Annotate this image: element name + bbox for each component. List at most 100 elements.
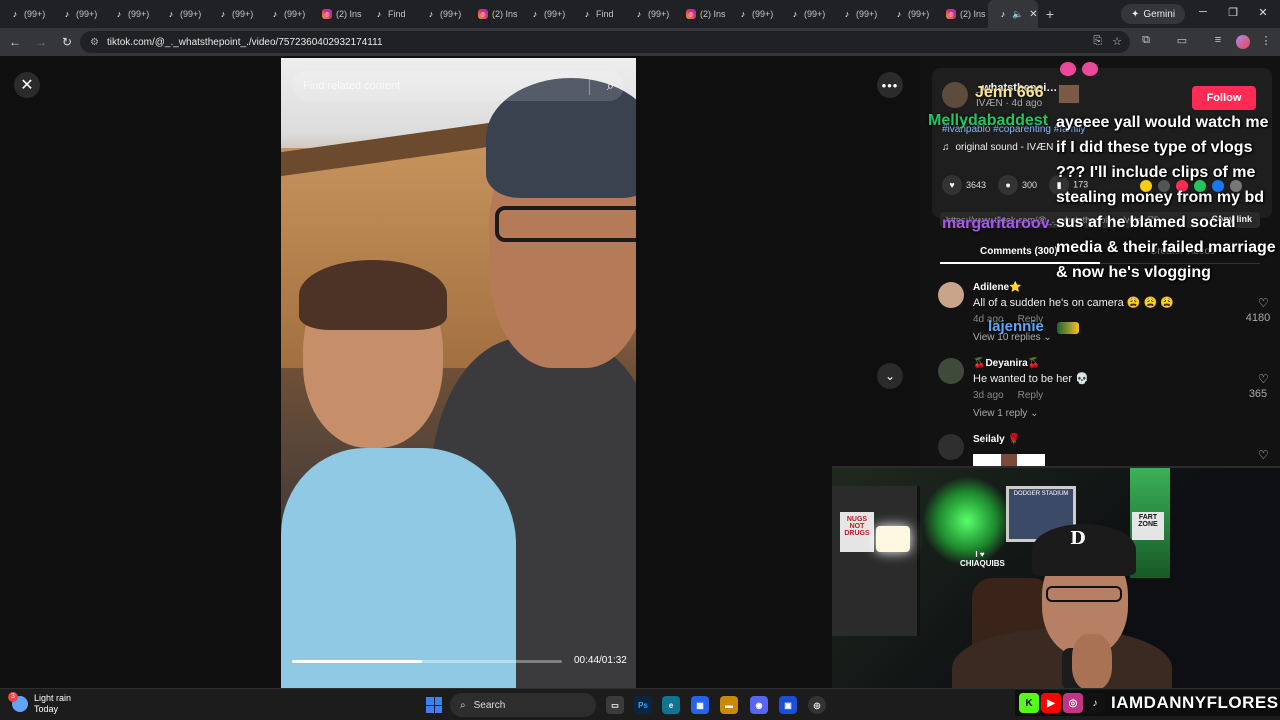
browser-tab[interactable]: ♪ (99+) bbox=[156, 0, 208, 28]
comment-icon: ● bbox=[998, 175, 1019, 195]
browser-tab[interactable]: ♪ (99+) bbox=[416, 0, 468, 28]
tab-label: Find bbox=[388, 9, 406, 19]
windows-start-icon[interactable] bbox=[426, 697, 442, 713]
close-video-button[interactable]: ✕ bbox=[14, 72, 40, 98]
tab-label: (2) Ins bbox=[960, 9, 986, 19]
minimize-button[interactable]: ─ bbox=[1195, 6, 1211, 18]
forward-button[interactable]: → bbox=[30, 35, 52, 49]
tab-label: (99+) bbox=[856, 9, 878, 19]
install-app-icon[interactable]: ⎘ bbox=[1093, 35, 1102, 48]
instagram-icon: ◎ bbox=[1063, 693, 1083, 713]
comment-avatar[interactable] bbox=[938, 282, 964, 308]
search-icon[interactable]: ⌕ bbox=[607, 78, 614, 94]
media-controls-icon[interactable]: ≡ bbox=[1210, 34, 1226, 46]
instagram-icon: ◎ bbox=[322, 9, 332, 19]
webcam-lamp bbox=[876, 526, 910, 552]
emote-icon bbox=[1082, 62, 1098, 76]
browser-menu-icon[interactable]: ⋮ bbox=[1258, 34, 1274, 47]
browser-tab[interactable]: ♪ (99+) bbox=[104, 0, 156, 28]
more-options-button[interactable]: ••• bbox=[877, 72, 903, 98]
heart-icon[interactable]: ♡ bbox=[1258, 448, 1269, 462]
browser-tab[interactable]: ◎ (2) Ins bbox=[312, 0, 364, 28]
profile-avatar[interactable] bbox=[1236, 35, 1250, 49]
tab-label: (99+) bbox=[908, 9, 930, 19]
like-stat[interactable]: ♥ 3643 bbox=[942, 175, 986, 195]
discord-icon[interactable]: ◉ bbox=[750, 696, 768, 714]
heart-icon[interactable]: ♡ bbox=[1258, 296, 1269, 310]
file-explorer-icon[interactable]: ▬ bbox=[720, 696, 738, 714]
edge-icon[interactable]: e bbox=[662, 696, 680, 714]
taskbar-search[interactable]: ⌕ Search bbox=[450, 693, 596, 717]
next-video-button[interactable]: ⌄ bbox=[877, 363, 903, 389]
active-browser-tab[interactable]: ♪ 🔈 ✕ bbox=[988, 0, 1038, 28]
comment-stat[interactable]: ● 300 bbox=[998, 175, 1037, 195]
task-view-icon[interactable]: ▭ bbox=[606, 696, 624, 714]
tiktok-icon: ♪ bbox=[896, 9, 902, 19]
bookmark-star-icon[interactable]: ☆ bbox=[1112, 35, 1122, 48]
browser-tab[interactable]: ♪ (99+) bbox=[52, 0, 104, 28]
store-icon[interactable]: ▦ bbox=[691, 696, 709, 714]
screen: ♪ (99+) ♪ (99+) ♪ (99+) ♪ (99+) ♪ (99+) ♪ (99+) ◎ (2)… bbox=[0, 0, 1280, 720]
video-progress-bar[interactable] bbox=[292, 660, 562, 663]
tab-label: (2) Ins bbox=[336, 9, 362, 19]
tiktok-icon: ♪ bbox=[376, 9, 382, 19]
photoshop-icon[interactable]: Ps bbox=[634, 696, 652, 714]
tiktok-icon: ♪ bbox=[532, 9, 538, 19]
sound-link[interactable]: ♫ original sound - IVÆN bbox=[942, 142, 1053, 153]
browser-tab[interactable]: ♪ Find bbox=[364, 0, 416, 28]
browser-tab[interactable]: ♪ (99+) bbox=[0, 0, 52, 28]
heart-icon[interactable]: ♡ bbox=[1258, 372, 1269, 386]
extensions-icon[interactable]: ⧉ bbox=[1138, 34, 1154, 47]
tiktok-icon: ♪ bbox=[1085, 693, 1105, 713]
new-tab-button[interactable]: + bbox=[1038, 6, 1062, 22]
tiktok-icon: ♪ bbox=[636, 9, 642, 19]
reply-button[interactable]: Reply bbox=[1018, 390, 1044, 401]
follow-button[interactable]: Follow bbox=[1192, 86, 1256, 110]
tiktok-icon: ♪ bbox=[64, 9, 70, 19]
browser-tab[interactable]: ♪ (99+) bbox=[832, 0, 884, 28]
bus-emote-icon bbox=[1057, 322, 1079, 334]
browser-tab[interactable]: ♪ (99+) bbox=[260, 0, 312, 28]
tiktok-icon: ♪ bbox=[116, 9, 122, 19]
close-window-button[interactable]: ✕ bbox=[1255, 6, 1271, 19]
browser-tab[interactable]: ♪ (99+) bbox=[520, 0, 572, 28]
browser-tab[interactable]: ♪ (99+) bbox=[208, 0, 260, 28]
chrome-icon[interactable]: ◎ bbox=[808, 696, 826, 714]
site-info-icon[interactable]: ⚙ bbox=[90, 37, 99, 48]
video-player[interactable]: Find related content ⌕ 00:44/01:32 bbox=[281, 58, 636, 688]
gemini-button[interactable]: ✦ Gemini bbox=[1121, 4, 1186, 24]
find-related-search[interactable]: Find related content ⌕ bbox=[292, 71, 624, 101]
chat-username: Mellydabaddest bbox=[928, 112, 1049, 129]
comment-username[interactable]: 🍒Deyanira🍒 bbox=[973, 358, 1040, 369]
tiktok-icon: ♪ bbox=[584, 9, 590, 19]
browser-tab[interactable]: ◎ (2) Ins bbox=[936, 0, 988, 28]
reload-button[interactable]: ↻ bbox=[56, 35, 78, 49]
tab-strip: ♪ (99+) ♪ (99+) ♪ (99+) ♪ (99+) ♪ (99+) ♪ (99+) ◎ (2)… bbox=[0, 0, 1280, 28]
browser-tab[interactable]: ♪ (99+) bbox=[780, 0, 832, 28]
comment-avatar[interactable] bbox=[938, 434, 964, 460]
restore-button[interactable]: ❐ bbox=[1225, 6, 1241, 19]
back-button[interactable]: ← bbox=[4, 35, 26, 49]
comment-text: All of a sudden he's on camera 😩 😩 😩 bbox=[973, 297, 1174, 309]
tab-comments[interactable]: Comments (300) bbox=[980, 246, 1058, 257]
close-tab-icon[interactable]: ✕ bbox=[1029, 9, 1037, 20]
split-view-icon[interactable]: ▭ bbox=[1174, 34, 1190, 47]
view-replies-button[interactable]: View 1 reply ⌄ bbox=[973, 408, 1038, 419]
browser-tab[interactable]: ◎ (2) Ins bbox=[468, 0, 520, 28]
browser-tab[interactable]: ♪ (99+) bbox=[884, 0, 936, 28]
browser-tab[interactable]: ♪ Find bbox=[572, 0, 624, 28]
like-count: 3643 bbox=[966, 180, 987, 190]
comment-username[interactable]: Adilene⭐ bbox=[973, 282, 1022, 293]
browser-tab[interactable]: ♪ (99+) bbox=[728, 0, 780, 28]
comment-like-count: 365 bbox=[1248, 388, 1268, 400]
url-text: tiktok.com/@_._whatsthepoint_./video/757… bbox=[106, 36, 383, 48]
tab-label: (2) Ins bbox=[700, 9, 726, 19]
app-window-icon[interactable]: ▣ bbox=[779, 696, 797, 714]
comment-avatar[interactable] bbox=[938, 358, 964, 384]
browser-tab[interactable]: ♪ (99+) bbox=[624, 0, 676, 28]
browser-tab[interactable]: ◎ (2) Ins bbox=[676, 0, 728, 28]
address-bar[interactable]: ⚙ tiktok.com/@_._whatsthepoint_./video/7… bbox=[80, 31, 1130, 53]
author-avatar[interactable] bbox=[942, 82, 968, 108]
comment-username[interactable]: Seilaly 🌹 bbox=[973, 434, 1020, 445]
weather-widget[interactable]: 3 Light rain Today bbox=[8, 692, 71, 715]
